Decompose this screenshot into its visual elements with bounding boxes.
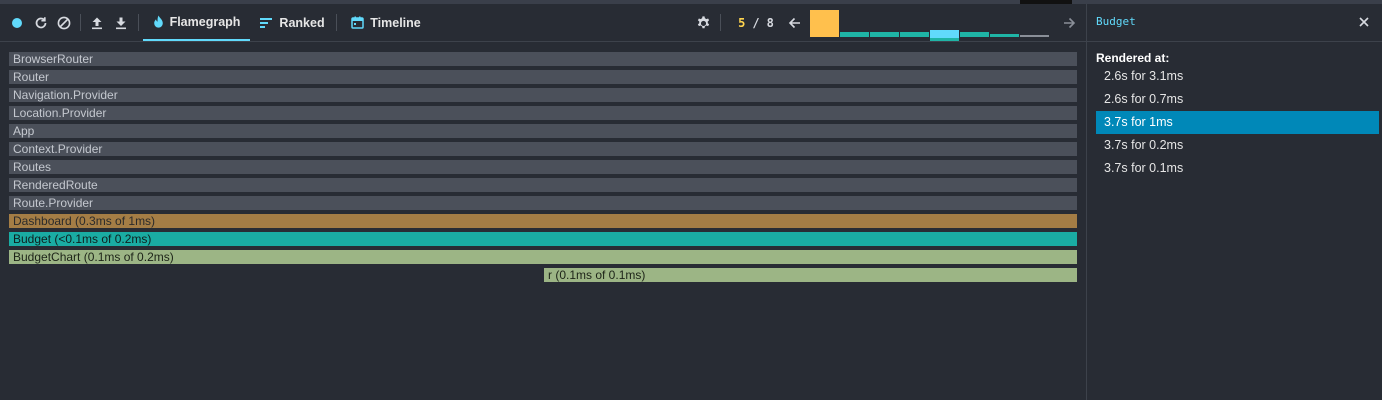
- previous-commit-button[interactable]: [785, 4, 803, 41]
- tab-flamegraph[interactable]: Flamegraph: [143, 4, 250, 41]
- flamegraph-chart: BrowserRouter Router Navigation.Provider Lo…: [8, 51, 1078, 291]
- commit-counter: 5 / 8: [731, 4, 781, 41]
- tab-label: Ranked: [279, 15, 325, 30]
- load-profile-button[interactable]: [88, 4, 106, 41]
- gear-icon: [697, 16, 709, 29]
- reload-button[interactable]: [32, 4, 50, 41]
- selected-component-name: Budget: [1096, 15, 1136, 28]
- tab-ranked[interactable]: Ranked: [252, 4, 332, 41]
- tab-label: Timeline: [370, 15, 421, 30]
- reload-icon: [35, 16, 47, 28]
- profiler-toolbar: Flamegraph Ranked Timeline 5 / 8: [0, 4, 1086, 42]
- commit-bar[interactable]: [840, 32, 869, 37]
- tab-label: Flamegraph: [169, 14, 241, 29]
- commit-bar[interactable]: [930, 30, 959, 38]
- commit-bar[interactable]: [960, 32, 989, 37]
- render-list: 2.6s for 3.1ms 2.6s for 0.7ms 3.7s for 1ms…: [1096, 65, 1379, 180]
- commit-selector-chart[interactable]: [810, 10, 1050, 41]
- toolbar-divider: [80, 14, 81, 31]
- flamegraph-node[interactable]: Location.Provider: [8, 105, 1078, 121]
- component-detail-pane: Budget Rendered at: 2.6s for 3.1ms 2.6s f…: [1086, 4, 1382, 400]
- flamegraph-node[interactable]: RenderedRoute: [8, 177, 1078, 193]
- clear-button[interactable]: [55, 4, 73, 41]
- flamegraph-node[interactable]: BudgetChart (0.1ms of 0.2ms): [8, 249, 1078, 265]
- commit-bar[interactable]: [990, 34, 1019, 37]
- tab-timeline[interactable]: Timeline: [343, 4, 429, 41]
- selected-commit-marker: [930, 38, 959, 41]
- flamegraph-node[interactable]: Dashboard (0.3ms of 1ms): [8, 213, 1078, 229]
- upload-icon: [92, 17, 102, 29]
- clear-icon: [57, 16, 71, 29]
- flame-icon: [153, 15, 164, 28]
- render-list-item[interactable]: 3.7s for 1ms: [1096, 111, 1379, 134]
- arrow-left-icon: [788, 17, 800, 28]
- flamegraph-node[interactable]: Context.Provider: [8, 141, 1078, 157]
- detail-header: Budget: [1087, 4, 1382, 42]
- flamegraph-node[interactable]: Routes: [8, 159, 1078, 175]
- commit-separator: /: [752, 15, 760, 30]
- flamegraph-node[interactable]: Budget (<0.1ms of 0.2ms): [8, 231, 1078, 247]
- save-profile-button[interactable]: [112, 4, 130, 41]
- render-list-item[interactable]: 3.7s for 0.1ms: [1096, 157, 1379, 180]
- close-icon: [1359, 17, 1369, 27]
- current-commit: 5: [738, 15, 746, 30]
- flamegraph-node[interactable]: Route.Provider: [8, 195, 1078, 211]
- toolbar-divider: [138, 14, 139, 31]
- record-button[interactable]: [8, 4, 26, 41]
- commit-bar[interactable]: [870, 32, 899, 37]
- render-list-item[interactable]: 2.6s for 3.1ms: [1096, 65, 1379, 88]
- flamegraph-node[interactable]: Router: [8, 69, 1078, 85]
- commit-bar[interactable]: [810, 10, 839, 37]
- commit-bar[interactable]: [1020, 35, 1049, 37]
- flamegraph-node[interactable]: r (0.1ms of 0.1ms): [543, 267, 1078, 283]
- commit-bar[interactable]: [900, 32, 929, 37]
- close-button[interactable]: [1355, 13, 1373, 31]
- calendar-icon: [351, 16, 364, 29]
- arrow-right-icon: [1063, 17, 1075, 28]
- download-icon: [116, 17, 126, 29]
- render-list-item[interactable]: 2.6s for 0.7ms: [1096, 88, 1379, 111]
- total-commits: 8: [766, 15, 774, 30]
- toolbar-divider: [336, 14, 337, 31]
- render-list-item[interactable]: 3.7s for 0.2ms: [1096, 134, 1379, 157]
- flamegraph-node[interactable]: Navigation.Provider: [8, 87, 1078, 103]
- flamegraph-node[interactable]: BrowserRouter: [8, 51, 1078, 67]
- record-icon: [12, 17, 22, 28]
- ranked-icon: [259, 17, 273, 29]
- profiler-main-pane: Flamegraph Ranked Timeline 5 / 8 Browser…: [0, 4, 1086, 400]
- flamegraph-node[interactable]: App: [8, 123, 1078, 139]
- next-commit-button[interactable]: [1060, 4, 1078, 41]
- settings-button[interactable]: [693, 4, 713, 41]
- toolbar-divider: [720, 14, 721, 31]
- rendered-at-label: Rendered at:: [1096, 51, 1170, 65]
